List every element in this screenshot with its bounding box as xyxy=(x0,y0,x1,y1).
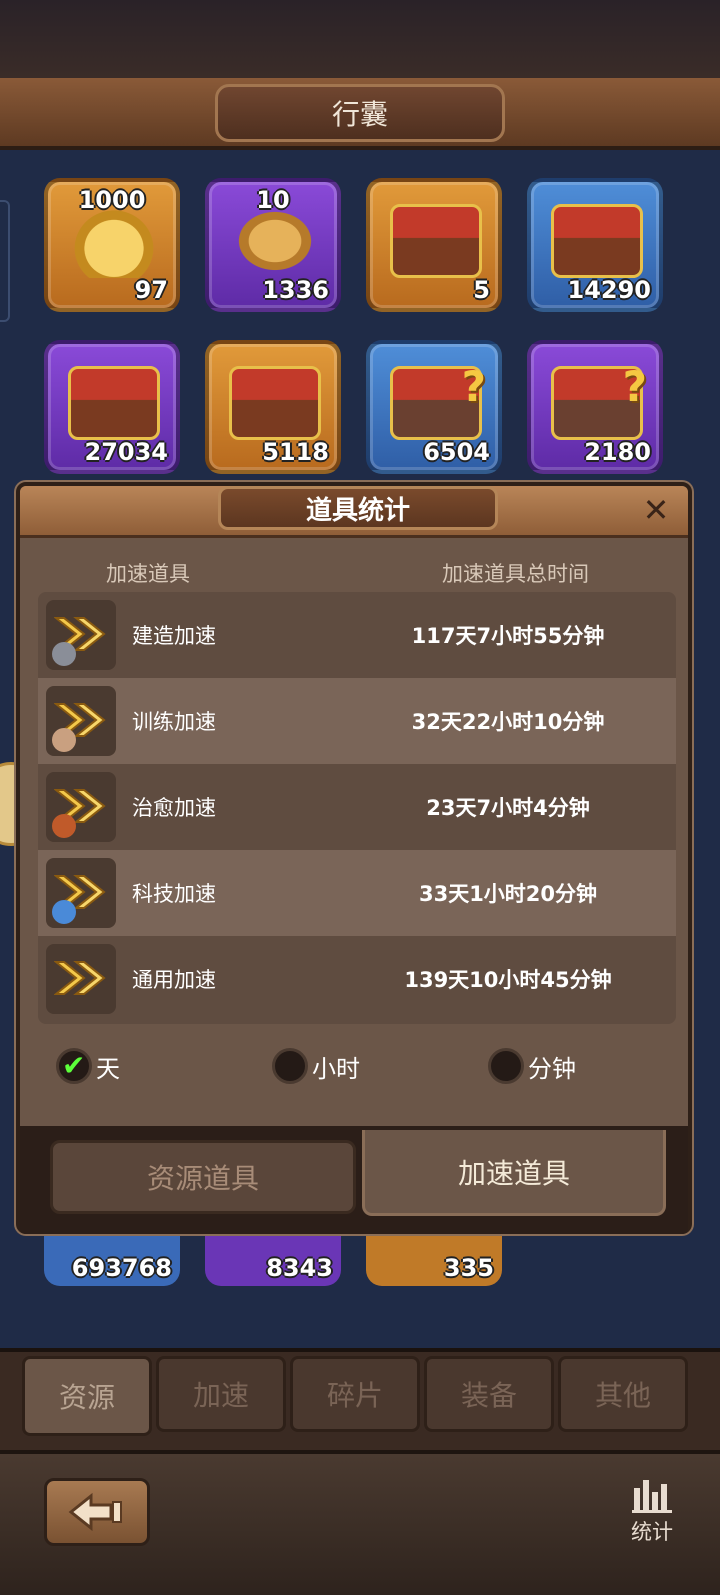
table-row: 治愈加速 23天7小时4分钟 xyxy=(38,764,676,850)
bag-item[interactable]: 335 xyxy=(366,1236,502,1286)
item-count: 97 xyxy=(134,276,168,304)
row-name: 治愈加速 xyxy=(132,796,216,820)
tab-other[interactable]: 其他 xyxy=(558,1356,688,1432)
bag-item[interactable]: ? 2180 xyxy=(527,340,663,474)
bag-item[interactable]: 693768 xyxy=(44,1236,180,1286)
item-top-value: 1000 xyxy=(78,186,146,214)
radio-label: 分钟 xyxy=(528,1054,576,1083)
bag-item[interactable]: 10 1336 xyxy=(205,178,341,312)
dialog-title: 道具统计 xyxy=(218,486,498,530)
tab-fragments[interactable]: 碎片 xyxy=(290,1356,420,1432)
radio-unchecked-icon[interactable] xyxy=(488,1048,524,1084)
row-time: 117天7小时55分钟 xyxy=(411,624,605,648)
training-speedup-icon xyxy=(46,686,116,756)
tab-resources[interactable]: 资源 xyxy=(22,1356,152,1436)
question-mark-icon: ? xyxy=(622,362,647,411)
item-count: 2180 xyxy=(584,438,651,466)
bag-item[interactable]: ? 6504 xyxy=(366,340,502,474)
dialog-header: 道具统计 ✕ xyxy=(20,486,688,538)
close-icon: ✕ xyxy=(642,491,670,529)
item-count: 8343 xyxy=(266,1254,333,1282)
item-count: 693768 xyxy=(71,1254,172,1282)
gold-ingot-icon xyxy=(68,204,160,278)
unit-radio-days[interactable]: 天 xyxy=(56,1048,120,1084)
item-count: 335 xyxy=(443,1254,494,1282)
general-speedup-icon xyxy=(46,944,116,1014)
bag-item[interactable]: 1000 97 xyxy=(44,178,180,312)
table-row: 训练加速 32天22小时10分钟 xyxy=(38,678,676,764)
row-name: 通用加速 xyxy=(132,968,216,992)
table-row: 通用加速 139天10小时45分钟 xyxy=(38,936,676,1022)
hammer-icon xyxy=(52,642,76,666)
back-button[interactable] xyxy=(44,1478,150,1546)
tab-resource-items[interactable]: 资源道具 xyxy=(50,1140,356,1214)
tab-speedups[interactable]: 加速 xyxy=(156,1356,286,1432)
table-row: 建造加速 117天7小时55分钟 xyxy=(38,592,676,678)
row-time: 32天22小时10分钟 xyxy=(411,710,605,734)
resource-chest-icon xyxy=(68,366,160,440)
row-time: 33天1小时20分钟 xyxy=(418,882,598,906)
tab-equipment[interactable]: 装备 xyxy=(424,1356,554,1432)
bag-item[interactable]: 8343 xyxy=(205,1236,341,1286)
row-name: 科技加速 xyxy=(132,882,216,906)
top-background xyxy=(0,0,720,78)
column-header-time: 加速道具总时间 xyxy=(442,562,589,586)
stats-button[interactable]: 统计 xyxy=(622,1476,682,1564)
bag-item[interactable]: 14290 xyxy=(527,178,663,312)
column-header-item: 加速道具 xyxy=(106,562,190,586)
unit-radio-minutes[interactable]: 分钟 xyxy=(488,1048,576,1084)
row-time: 23天7小时4分钟 xyxy=(426,796,590,820)
tab-speedup-items[interactable]: 加速道具 xyxy=(362,1130,666,1216)
speedup-table: 建造加速 117天7小时55分钟 训练加速 32天22小时10分钟 治愈加速 2… xyxy=(38,592,676,1024)
table-row: 科技加速 33天1小时20分钟 xyxy=(38,850,676,936)
row-name: 建造加速 xyxy=(132,624,216,648)
item-count: 6504 xyxy=(423,438,490,466)
unit-radio-hours[interactable]: 小时 xyxy=(272,1048,360,1084)
potion-icon xyxy=(52,814,76,838)
row-time: 139天10小时45分钟 xyxy=(404,968,612,992)
bag-item[interactable]: 5 xyxy=(366,178,502,312)
radio-label: 天 xyxy=(96,1054,120,1083)
stats-label: 统计 xyxy=(631,1520,673,1544)
treasure-chest-icon xyxy=(390,204,482,278)
healing-speedup-icon xyxy=(46,772,116,842)
resource-chest-icon xyxy=(229,366,321,440)
question-mark-icon: ? xyxy=(461,362,486,411)
bag-item[interactable]: 27034 xyxy=(44,340,180,474)
page-title: 行囊 xyxy=(215,84,505,142)
item-stats-dialog: 道具统计 ✕ 加速道具 加速道具总时间 建造加速 117天7小时55分钟 训练加… xyxy=(16,482,692,1234)
close-button[interactable]: ✕ xyxy=(638,491,674,529)
build-speedup-icon xyxy=(46,600,116,670)
research-speedup-icon xyxy=(46,858,116,928)
item-count: 5 xyxy=(473,276,490,304)
magnifier-icon xyxy=(52,900,76,924)
radio-label: 小时 xyxy=(312,1054,360,1083)
resource-chest-icon xyxy=(551,204,643,278)
item-count: 5118 xyxy=(262,438,329,466)
item-top-value: 10 xyxy=(256,186,290,214)
wheat-icon xyxy=(229,204,321,278)
item-count: 14290 xyxy=(567,276,652,304)
item-count: 1336 xyxy=(262,276,329,304)
radio-checked-icon[interactable] xyxy=(56,1048,92,1084)
bag-item[interactable]: 5118 xyxy=(205,340,341,474)
bar-chart-icon xyxy=(632,1480,672,1513)
radio-unchecked-icon[interactable] xyxy=(272,1048,308,1084)
row-name: 训练加速 xyxy=(132,710,216,734)
item-count: 27034 xyxy=(84,438,169,466)
back-arrow-icon xyxy=(68,1492,122,1532)
side-strip xyxy=(0,200,10,322)
soldier-icon xyxy=(52,728,76,752)
